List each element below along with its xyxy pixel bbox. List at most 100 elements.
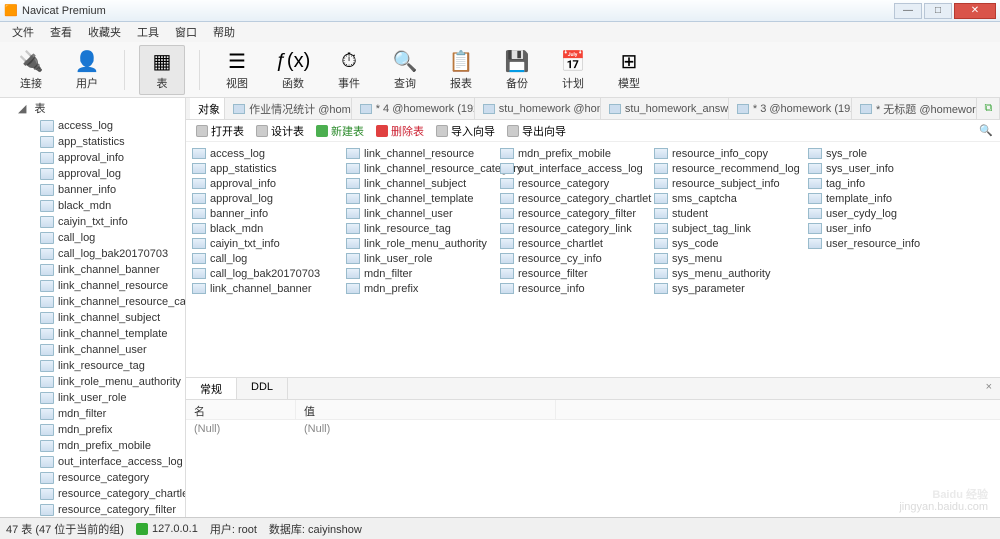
table-item[interactable]: banner_info — [192, 206, 346, 221]
tree-item[interactable]: banner_info — [0, 182, 185, 198]
tree-item[interactable]: link_channel_template — [0, 326, 185, 342]
sidebar[interactable]: ◢ 表 access_logapp_statisticsapproval_inf… — [0, 98, 186, 517]
tab[interactable]: * 无标题 @homework... — [852, 98, 977, 119]
toolbar-视图[interactable]: ☰视图 — [214, 45, 260, 95]
tree-item[interactable]: mdn_prefix — [0, 422, 185, 438]
tab[interactable]: * 3 @homework (192... — [729, 98, 852, 119]
toolbar-事件[interactable]: ⏱事件 — [326, 45, 372, 95]
table-item[interactable]: access_log — [192, 146, 346, 161]
table-item[interactable]: resource_category_chartlet — [500, 191, 654, 206]
table-item[interactable]: link_resource_tag — [346, 221, 500, 236]
toolbar-表[interactable]: ▦表 — [139, 45, 185, 95]
toolbar-报表[interactable]: 📋报表 — [438, 45, 484, 95]
table-item[interactable]: black_mdn — [192, 221, 346, 236]
add-tab-button[interactable]: ⧉ — [977, 98, 1000, 119]
maximize-button[interactable]: □ — [924, 3, 952, 19]
table-item[interactable]: app_statistics — [192, 161, 346, 176]
table-item[interactable]: link_user_role — [346, 251, 500, 266]
menu-item[interactable]: 查看 — [42, 22, 80, 42]
tree-item[interactable]: app_statistics — [0, 134, 185, 150]
tree-item[interactable]: resource_category_filter — [0, 502, 185, 517]
tree-item[interactable]: out_interface_access_log — [0, 454, 185, 470]
table-item[interactable]: sys_menu_authority — [654, 266, 808, 281]
open-table-action[interactable]: 打开表 — [192, 123, 248, 139]
tree-item[interactable]: link_role_menu_authority — [0, 374, 185, 390]
table-item[interactable]: subject_tag_link — [654, 221, 808, 236]
sidebar-header[interactable]: ◢ 表 — [0, 98, 185, 118]
tree-item[interactable]: link_channel_resource — [0, 278, 185, 294]
tab[interactable]: 作业情况统计 @home... — [225, 98, 352, 119]
table-item[interactable]: call_log — [192, 251, 346, 266]
tree-item[interactable]: link_channel_subject — [0, 310, 185, 326]
menu-item[interactable]: 文件 — [4, 22, 42, 42]
table-item[interactable]: resource_subject_info — [654, 176, 808, 191]
tree-item[interactable]: link_channel_user — [0, 342, 185, 358]
table-item[interactable]: mdn_prefix — [346, 281, 500, 296]
menu-item[interactable]: 工具 — [129, 22, 167, 42]
delete-table-action[interactable]: 删除表 — [372, 123, 428, 139]
tree-item[interactable]: link_user_role — [0, 390, 185, 406]
tree-item[interactable]: link_channel_banner — [0, 262, 185, 278]
table-item[interactable]: sys_menu — [654, 251, 808, 266]
table-item[interactable]: link_role_menu_authority — [346, 236, 500, 251]
table-item[interactable]: resource_category_filter — [500, 206, 654, 221]
menu-item[interactable]: 帮助 — [205, 22, 243, 42]
tab[interactable]: stu_homework_answe... — [601, 98, 729, 119]
table-item[interactable]: mdn_filter — [346, 266, 500, 281]
toolbar-模型[interactable]: ⊞模型 — [606, 45, 652, 95]
table-item[interactable]: resource_info — [500, 281, 654, 296]
table-item[interactable]: link_channel_banner — [192, 281, 346, 296]
toolbar-计划[interactable]: 📅计划 — [550, 45, 596, 95]
tab[interactable]: * 4 @homework (192... — [352, 98, 475, 119]
table-item[interactable]: sys_parameter — [654, 281, 808, 296]
table-item[interactable]: sms_captcha — [654, 191, 808, 206]
tree-item[interactable]: resource_category_chartlet — [0, 486, 185, 502]
table-item[interactable]: user_resource_info — [808, 236, 962, 251]
table-item[interactable]: sys_user_info — [808, 161, 962, 176]
table-item[interactable]: resource_category — [500, 176, 654, 191]
table-item[interactable]: sys_code — [654, 236, 808, 251]
tree-item[interactable]: access_log — [0, 118, 185, 134]
table-item[interactable]: approval_log — [192, 191, 346, 206]
table-item[interactable]: template_info — [808, 191, 962, 206]
table-item[interactable]: tag_info — [808, 176, 962, 191]
tree-item[interactable]: call_log_bak20170703 — [0, 246, 185, 262]
table-item[interactable]: student — [654, 206, 808, 221]
detail-close-button[interactable]: × — [978, 378, 1000, 399]
new-table-action[interactable]: 新建表 — [312, 123, 368, 139]
tree-item[interactable]: caiyin_txt_info — [0, 214, 185, 230]
toolbar-用户[interactable]: 👤用户 — [64, 45, 110, 95]
table-item[interactable]: user_cydy_log — [808, 206, 962, 221]
tree-item[interactable]: black_mdn — [0, 198, 185, 214]
table-item[interactable]: sys_role — [808, 146, 962, 161]
table-item[interactable]: user_info — [808, 221, 962, 236]
table-item[interactable]: link_channel_template — [346, 191, 500, 206]
tree-item[interactable]: approval_log — [0, 166, 185, 182]
tab[interactable]: stu_homework @hom... — [475, 98, 601, 119]
search-icon[interactable]: 🔍 — [978, 123, 994, 139]
menu-item[interactable]: 窗口 — [167, 22, 205, 42]
toolbar-备份[interactable]: 💾备份 — [494, 45, 540, 95]
table-item[interactable]: resource_cy_info — [500, 251, 654, 266]
table-item[interactable]: mdn_prefix_mobile — [500, 146, 654, 161]
tree-item[interactable]: mdn_filter — [0, 406, 185, 422]
tree-item[interactable]: mdn_prefix_mobile — [0, 438, 185, 454]
tree-item[interactable]: link_resource_tag — [0, 358, 185, 374]
table-item[interactable]: approval_info — [192, 176, 346, 191]
table-item[interactable]: resource_chartlet — [500, 236, 654, 251]
close-button[interactable]: ✕ — [954, 3, 996, 19]
table-item[interactable]: resource_category_link — [500, 221, 654, 236]
table-item[interactable]: caiyin_txt_info — [192, 236, 346, 251]
design-table-action[interactable]: 设计表 — [252, 123, 308, 139]
toolbar-连接[interactable]: 🔌连接 — [8, 45, 54, 95]
table-item[interactable]: resource_info_copy — [654, 146, 808, 161]
tab[interactable]: 对象 — [190, 98, 225, 119]
table-item[interactable]: link_channel_user — [346, 206, 500, 221]
table-item[interactable]: link_channel_resource — [346, 146, 500, 161]
table-item[interactable]: resource_filter — [500, 266, 654, 281]
table-item[interactable]: link_channel_subject — [346, 176, 500, 191]
export-action[interactable]: 导出向导 — [503, 123, 570, 139]
table-item[interactable]: link_channel_resource_category — [346, 161, 500, 176]
table-item[interactable]: out_interface_access_log — [500, 161, 654, 176]
toolbar-函数[interactable]: ƒ(x)函数 — [270, 45, 316, 95]
